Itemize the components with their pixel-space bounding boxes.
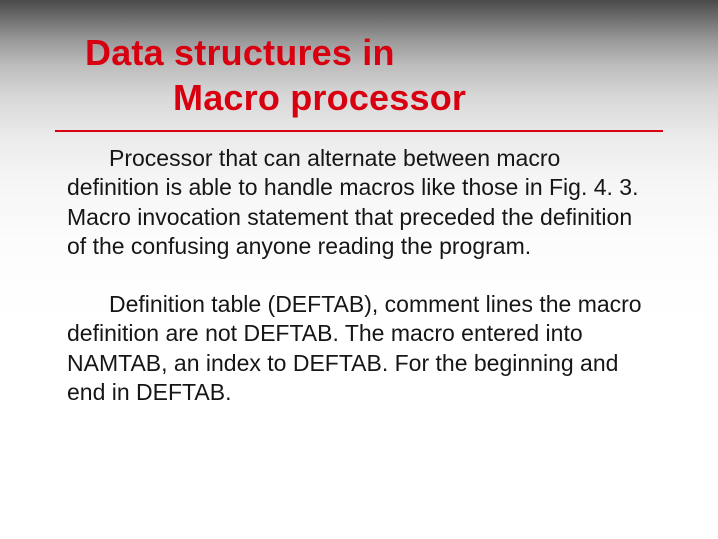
paragraph-1: Processor that can alternate between mac… <box>67 144 655 262</box>
title-line-1: Data structures in <box>85 32 395 73</box>
title-line-2: Macro processor <box>85 75 663 120</box>
paragraph-2: Definition table (DEFTAB), comment lines… <box>67 290 655 408</box>
slide-body: Processor that can alternate between mac… <box>55 144 663 408</box>
slide: Data structures in Macro processor Proce… <box>0 0 718 539</box>
title-underline <box>55 130 663 132</box>
slide-title: Data structures in Macro processor <box>85 30 663 120</box>
